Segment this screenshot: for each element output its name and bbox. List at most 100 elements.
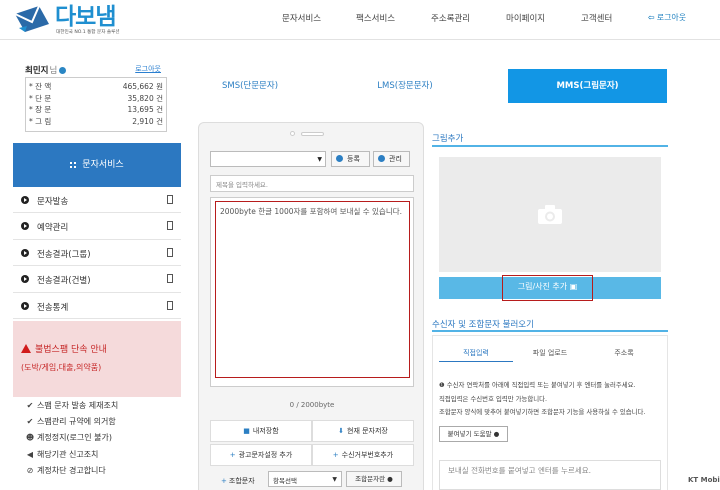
balance-value: 465,662 원 bbox=[122, 82, 163, 91]
policy-link[interactable]: ✔ 스팸 문자 발송 제재조치 bbox=[25, 400, 181, 416]
top-header: 다보냄 대한민국 NO.1 통합 문자 솔루션 문자서비스 팩스서비스 주소록관… bbox=[0, 0, 720, 40]
arrow-circle-icon bbox=[21, 248, 29, 257]
balance-row: * 장 문 13,695 건 bbox=[26, 104, 166, 116]
warning-icon bbox=[21, 344, 31, 353]
logout-label: 로그아웃 bbox=[656, 13, 687, 22]
tab-sms[interactable]: SMS(단문문자) bbox=[195, 69, 305, 103]
message-title-input[interactable]: 제목을 입력하세요. bbox=[210, 175, 414, 192]
left-sidebar: 최민지님 로그아웃 * 잔 액 465,662 원 * 단 문 35,820 건 *… bbox=[13, 57, 181, 490]
sidebar-item-statistics[interactable]: 전송통계 bbox=[13, 292, 181, 319]
message-placeholder-highlight[interactable]: 2000byte 한글 1000자를 포함하여 보내실 수 있습니다. bbox=[215, 201, 410, 378]
info-icon: ❶ bbox=[439, 381, 445, 389]
policy-link[interactable]: ☻ 계정정지(로그인 불가) bbox=[25, 432, 181, 448]
nav-customer-center[interactable]: 고객센터 bbox=[581, 12, 612, 24]
user-block-icon: ☻ bbox=[25, 433, 35, 443]
balance-label: * 잔 액 bbox=[29, 82, 52, 91]
balance-row: * 그 림 2,910 건 bbox=[26, 116, 166, 128]
sidebar-item-label: 전송통계 bbox=[37, 302, 69, 313]
sidebar-item-result-group[interactable]: 전송결과(그룹) bbox=[13, 239, 181, 267]
plus-icon: + bbox=[229, 451, 236, 459]
sidebar-item-result-each[interactable]: 전송결과(건별) bbox=[13, 266, 181, 293]
balance-value: 13,695 건 bbox=[127, 105, 163, 115]
byte-counter: 0 / 2000byte bbox=[289, 401, 335, 409]
nav-sms-service[interactable]: 문자서비스 bbox=[282, 12, 321, 24]
paste-help-button[interactable]: 붙여넣기 도움말 ● bbox=[439, 426, 508, 442]
tab-lms[interactable]: LMS(장문문자) bbox=[350, 69, 460, 103]
arrow-circle-icon bbox=[21, 196, 29, 204]
balance-box: * 잔 액 465,662 원 * 단 문 35,820 건 * 장 문 13,695… bbox=[25, 77, 167, 132]
policy-link[interactable]: ◀ 해당기관 신고조치 bbox=[25, 449, 181, 465]
user-info: 최민지님 로그아웃 bbox=[25, 64, 177, 76]
brand-logo[interactable]: 다보냄 대한민국 NO.1 통합 문자 솔루션 bbox=[13, 4, 163, 38]
caret-down-icon: ▼ bbox=[317, 156, 322, 163]
user-name: 최민지 bbox=[25, 66, 49, 76]
megaphone-icon: ◀ bbox=[26, 449, 34, 459]
sms-service-header-label: 문자서비스 bbox=[82, 160, 124, 170]
document-icon bbox=[167, 195, 173, 204]
recipient-number-input[interactable]: 보내실 전화번호를 붙여넣고 엔터를 누르세요. bbox=[439, 460, 661, 490]
sidebar-item-label: 문자발송 bbox=[37, 197, 69, 207]
arrow-circle-icon bbox=[21, 301, 29, 310]
logout-link-sidebar[interactable]: 로그아웃 bbox=[135, 64, 161, 74]
tab-address-book[interactable]: 주소록 bbox=[587, 344, 661, 362]
combo-message-label: + 조합문자 bbox=[221, 477, 255, 485]
download-icon: ⬇ bbox=[338, 427, 344, 435]
gear-icon bbox=[336, 155, 343, 162]
document-icon bbox=[167, 247, 173, 257]
add-image-button[interactable]: 그림/사진 추가 ▣ bbox=[502, 275, 593, 301]
spam-alert-title: 불법스팸 단속 안내 bbox=[35, 345, 107, 355]
sidebar-item-label: 예약관리 bbox=[37, 223, 69, 234]
saved-message-select[interactable]: ▼ bbox=[210, 151, 326, 167]
help-icon: ● bbox=[387, 475, 393, 483]
kt-mobile-watermark: KT Mobile bbox=[686, 472, 720, 490]
brand-slogan: 대한민국 NO.1 통합 문자 솔루션 bbox=[56, 30, 120, 35]
balance-label: * 그 림 bbox=[29, 116, 52, 126]
balance-label: * 장 문 bbox=[29, 105, 52, 115]
sidebar-item-label: 전송결과(그룹) bbox=[37, 249, 91, 260]
policy-link[interactable]: ✔ 스팸관리 규약에 의거함 bbox=[25, 416, 181, 432]
image-heading-divider bbox=[432, 145, 668, 147]
register-button[interactable]: 등록 bbox=[331, 151, 370, 167]
nav-fax-service[interactable]: 팩스서비스 bbox=[356, 12, 395, 24]
sidebar-item-label: 전송결과(건별) bbox=[37, 276, 91, 287]
image-icon: ▣ bbox=[569, 282, 578, 291]
document-icon bbox=[167, 274, 173, 284]
info-line: 직접입력은 수신번호 입력만 가능합니다. bbox=[439, 394, 548, 403]
image-add-heading: 그림추가 bbox=[432, 134, 464, 144]
arrow-circle-icon bbox=[21, 275, 29, 284]
add-reject-number-button[interactable]: + 수신거부번호추가 bbox=[312, 444, 414, 466]
balance-row: * 잔 액 465,662 원 bbox=[26, 81, 166, 93]
gear-icon[interactable] bbox=[59, 67, 67, 74]
save-current-message-button[interactable]: ⬇ 현재 문자저장 bbox=[312, 420, 414, 442]
brand-name: 다보냄 bbox=[55, 4, 116, 30]
logout-link[interactable]: ⇦ 로그아웃 bbox=[648, 12, 686, 23]
plus-icon: + bbox=[221, 477, 227, 485]
envelope-logo-icon bbox=[14, 5, 49, 32]
policy-link[interactable]: ⊘ 계정차단 경고합니다 bbox=[25, 465, 181, 481]
tab-direct-input[interactable]: 직접입력 bbox=[439, 344, 513, 362]
balance-value: 2,910 건 bbox=[132, 116, 163, 126]
combo-item-select[interactable]: 항목선택 ▼ bbox=[268, 471, 342, 487]
sidebar-item-send[interactable]: 문자발송 bbox=[13, 187, 181, 214]
watermark-text: KT Mobile bbox=[688, 476, 720, 484]
sidebar-item-reservation[interactable]: 예약관리 bbox=[13, 213, 181, 240]
info-line: 조합문자 양식에 맞추어 붙여넣기하면 조합문자 기능을 사용하실 수 있습니다… bbox=[439, 408, 646, 417]
spam-alert-subtitle: (도박/게임,대출,의약품) bbox=[21, 363, 102, 372]
tab-mms[interactable]: MMS(그림문자) bbox=[508, 69, 667, 103]
add-ad-setting-button[interactable]: + 광고문자설정 추가 bbox=[210, 444, 312, 466]
nav-address-book[interactable]: 주소록관리 bbox=[431, 12, 470, 24]
manage-button[interactable]: 관리 bbox=[373, 151, 410, 167]
tab-file-upload[interactable]: 파일 업로드 bbox=[513, 344, 587, 362]
balance-value: 35,820 건 bbox=[127, 93, 163, 103]
combo-message-button[interactable]: 조합문자란 ● bbox=[346, 471, 402, 487]
phone-speaker-bar bbox=[301, 132, 324, 136]
grid-icon bbox=[70, 161, 77, 168]
document-icon bbox=[167, 300, 173, 310]
caret-down-icon: ▼ bbox=[332, 476, 337, 483]
check-circle-icon: ✔ bbox=[26, 401, 34, 410]
nav-mypage[interactable]: 마이페이지 bbox=[506, 12, 545, 24]
my-storage-button[interactable]: ■ 내저장함 bbox=[210, 420, 312, 442]
plus-icon: + bbox=[332, 451, 339, 459]
logout-arrow-icon: ⇦ bbox=[648, 13, 655, 22]
gear-icon bbox=[378, 155, 385, 162]
